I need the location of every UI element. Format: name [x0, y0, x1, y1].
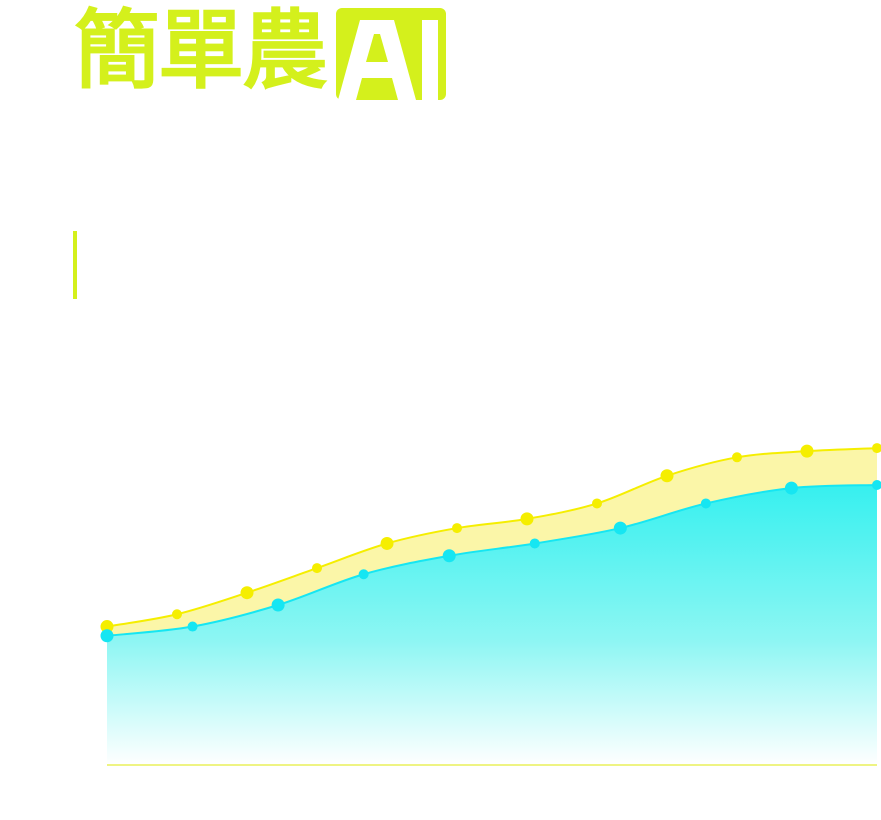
- area-chart: [100, 443, 881, 766]
- series-b-point: [100, 629, 114, 643]
- series-b-point: [784, 481, 798, 495]
- series-a-point: [172, 609, 182, 620]
- series-a-point: [312, 563, 322, 574]
- series-b-point: [700, 498, 711, 509]
- series-a-point: [660, 469, 674, 483]
- series-b-point: [187, 621, 198, 632]
- series-b-point: [613, 521, 627, 535]
- series-a-point: [380, 536, 394, 550]
- series-b-point: [442, 549, 456, 563]
- series-b-point: [271, 598, 285, 612]
- series-b-point: [529, 538, 540, 549]
- series-b-point: [358, 569, 369, 580]
- series-a-point: [592, 498, 602, 509]
- series-a-point: [452, 523, 462, 534]
- series-a-point: [240, 586, 254, 600]
- series-a-point: [732, 452, 742, 463]
- series-a-point: [520, 512, 534, 526]
- series-a-point: [800, 444, 814, 458]
